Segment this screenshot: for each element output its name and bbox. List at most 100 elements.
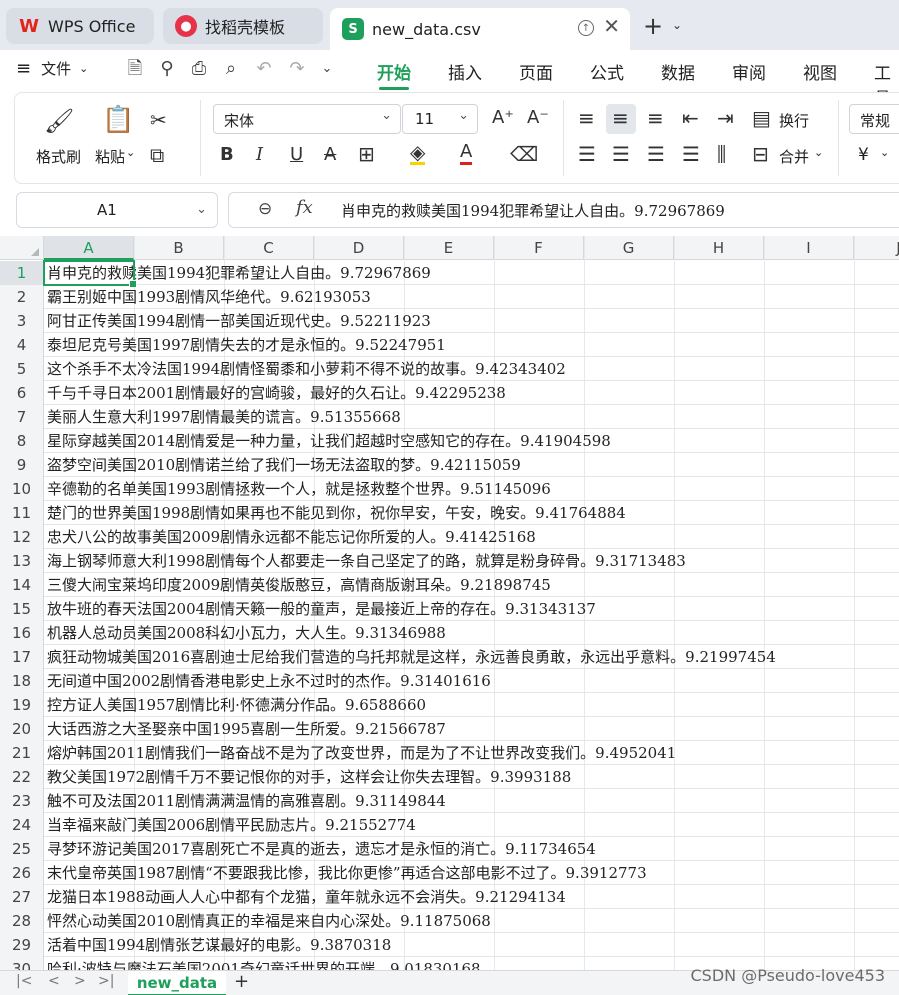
insert-function-icon[interactable]: fx: [296, 197, 313, 218]
search-icon[interactable]: ⊖: [258, 199, 272, 219]
chevron-down-icon[interactable]: ⌄: [880, 146, 889, 159]
menu-review[interactable]: 审阅: [732, 59, 766, 84]
borders-icon[interactable]: ⊞: [358, 142, 375, 166]
cell-text[interactable]: 活着中国1994剧情张艺谋最好的电影。9.3870318: [47, 936, 391, 954]
print-icon[interactable]: ⎙: [188, 58, 210, 80]
cell-text[interactable]: 辛德勒的名单美国1993剧情拯救一个人，就是拯救整个世界。9.51145096: [47, 480, 551, 498]
cell-text[interactable]: 海上钢琴师意大利1998剧情每个人都要走一条自己坚定了的路，就算是粉身碎骨。9.…: [47, 552, 686, 570]
decrease-font-icon[interactable]: A⁻: [527, 107, 549, 128]
row-number[interactable]: 7: [0, 405, 44, 429]
cell-text[interactable]: 盗梦空间美国2010剧情诺兰给了我们一场无法盗取的梦。9.42115059: [47, 456, 521, 474]
column-header-f[interactable]: F: [494, 236, 584, 260]
cell-text[interactable]: 控方证人美国1957剧情比利·怀德满分作品。9.6588660: [47, 696, 426, 714]
row-number[interactable]: 17: [0, 645, 44, 669]
cell-text[interactable]: 泰坦尼克号美国1997剧情失去的才是永恒的。9.52247951: [47, 336, 446, 354]
menu-view[interactable]: 视图: [803, 59, 837, 84]
cell-text[interactable]: 大话西游之大圣娶亲中国1995喜剧一生所爱。9.21566787: [47, 720, 446, 738]
fill-color-icon[interactable]: ◈: [410, 142, 426, 165]
currency-icon[interactable]: ¥: [858, 145, 869, 165]
cell-text[interactable]: 这个杀手不太冷法国1994剧情怪蜀黍和小萝莉不得不说的故事。9.42343402: [47, 360, 566, 378]
column-header-g[interactable]: G: [584, 236, 674, 260]
strikethrough-icon[interactable]: A: [324, 144, 336, 165]
undo-icon[interactable]: ↶: [253, 58, 275, 80]
format-painter-label[interactable]: 格式刷: [36, 146, 81, 167]
cell-text[interactable]: 星际穿越美国2014剧情爱是一种力量，让我们超越时空感知它的存在。9.41904…: [47, 432, 611, 450]
table-row[interactable]: 19 控方证人美国1957剧情比利·怀德满分作品。9.6588660: [0, 693, 899, 717]
prev-sheet-icon[interactable]: <: [48, 973, 60, 989]
table-row[interactable]: 9 盗梦空间美国2010剧情诺兰给了我们一场无法盗取的梦。9.42115059: [0, 453, 899, 477]
paste-label[interactable]: 粘贴: [95, 146, 125, 167]
menu-data[interactable]: 数据: [661, 59, 695, 84]
menu-insert[interactable]: 插入: [448, 59, 482, 84]
cell-text[interactable]: 忠犬八公的故事美国2009剧情永远都不能忘记你所爱的人。9.41425168: [47, 528, 536, 546]
font-name-select[interactable]: 宋体 ⌄: [213, 104, 401, 134]
row-number[interactable]: 18: [0, 669, 44, 693]
column-header-h[interactable]: H: [674, 236, 764, 260]
underline-icon[interactable]: U: [290, 144, 303, 165]
table-row[interactable]: 18 无间道中国2002剧情香港电影史上永不过时的杰作。9.31401616: [0, 669, 899, 693]
cell-text[interactable]: 寻梦环游记美国2017喜剧死亡不是真的逝去，遗忘才是永恒的消亡。9.117346…: [47, 840, 596, 858]
table-row[interactable]: 21 熔炉韩国2011剧情我们一路奋战不是为了改变世界，而是为了不让世界改变我们。…: [0, 741, 899, 765]
row-number[interactable]: 5: [0, 357, 44, 381]
row-number[interactable]: 6: [0, 381, 44, 405]
table-row[interactable]: 23 触不可及法国2011剧情满满温情的高雅喜剧。9.31149844: [0, 789, 899, 813]
cell-text[interactable]: 怦然心动美国2010剧情真正的幸福是来自内心深处。9.11875068: [47, 912, 491, 930]
align-middle-icon[interactable]: ≡: [612, 106, 629, 130]
cell-reference-box[interactable]: A1 ⌄: [16, 192, 218, 228]
font-color-icon[interactable]: A: [460, 142, 473, 165]
row-number[interactable]: 23: [0, 789, 44, 813]
row-number[interactable]: 11: [0, 501, 44, 525]
table-row[interactable]: 11 楚门的世界美国1998剧情如果再也不能见到你，祝你早安，午安，晚安。9.41…: [0, 501, 899, 525]
row-number[interactable]: 22: [0, 765, 44, 789]
row-number[interactable]: 27: [0, 885, 44, 909]
row-number[interactable]: 30: [0, 957, 44, 970]
row-number[interactable]: 1: [0, 261, 44, 285]
formula-content[interactable]: 肖申克的救赎美国1994犯罪希望让人自由。9.72967869: [341, 200, 725, 221]
wrap-text-icon[interactable]: ▤: [752, 106, 771, 130]
cell-text[interactable]: 熔炉韩国2011剧情我们一路奋战不是为了改变世界，而是为了不让世界改变我们。9.…: [47, 744, 676, 762]
table-row[interactable]: 28 怦然心动美国2010剧情真正的幸福是来自内心深处。9.11875068: [0, 909, 899, 933]
column-header-e[interactable]: E: [404, 236, 494, 260]
close-icon[interactable]: ✕: [603, 14, 620, 38]
table-row[interactable]: 12 忠犬八公的故事美国2009剧情永远都不能忘记你所爱的人。9.41425168: [0, 525, 899, 549]
merge-icon[interactable]: ⊟: [752, 142, 769, 166]
wrap-text-label[interactable]: 换行: [779, 110, 809, 131]
indent-icon[interactable]: ⇥: [717, 106, 734, 130]
align-top-icon[interactable]: ≡: [578, 106, 595, 130]
menu-formula[interactable]: 公式: [590, 59, 624, 84]
row-number[interactable]: 3: [0, 309, 44, 333]
align-center-icon[interactable]: ☰: [612, 142, 630, 166]
number-format-select[interactable]: 常规: [849, 104, 899, 134]
first-sheet-icon[interactable]: |<: [16, 973, 32, 989]
tab-wps-office[interactable]: W WPS Office: [6, 8, 154, 44]
cell-text[interactable]: 美丽人生意大利1997剧情最美的谎言。9.51355668: [47, 408, 401, 426]
table-row[interactable]: 14 三傻大闹宝莱坞印度2009剧情英俊版憨豆，高情商版谢耳朵。9.2189874…: [0, 573, 899, 597]
justify-icon[interactable]: ☰: [682, 142, 700, 166]
row-number[interactable]: 2: [0, 285, 44, 309]
print-preview-icon[interactable]: ⌕: [220, 58, 242, 80]
paste-icon[interactable]: 📋: [102, 105, 134, 135]
align-bottom-icon[interactable]: ≡: [647, 106, 664, 130]
share-icon[interactable]: ⚲: [156, 58, 178, 80]
select-all-corner[interactable]: [0, 236, 44, 260]
cell-text[interactable]: 千与千寻日本2001剧情最好的宫崎骏，最好的久石让。9.42295238: [47, 384, 506, 402]
table-row[interactable]: 3 阿甘正传美国1994剧情一部美国近现代史。9.52211923: [0, 309, 899, 333]
new-tab-button[interactable]: +: [643, 12, 663, 40]
italic-icon[interactable]: I: [256, 144, 263, 165]
row-number[interactable]: 8: [0, 429, 44, 453]
table-row[interactable]: 10 辛德勒的名单美国1993剧情拯救一个人，就是拯救整个世界。9.5114509…: [0, 477, 899, 501]
cell-text[interactable]: 楚门的世界美国1998剧情如果再也不能见到你，祝你早安，午安，晚安。9.4176…: [47, 504, 626, 522]
cell-text[interactable]: 机器人总动员美国2008科幻小瓦力，大人生。9.31346988: [47, 624, 446, 642]
row-number[interactable]: 25: [0, 837, 44, 861]
column-header-a[interactable]: A: [44, 236, 134, 260]
table-row[interactable]: 20 大话西游之大圣娶亲中国1995喜剧一生所爱。9.21566787: [0, 717, 899, 741]
table-row[interactable]: 22 教父美国1972剧情千万不要记恨你的对手，这样会让你失去理智。9.39931…: [0, 765, 899, 789]
row-number[interactable]: 12: [0, 525, 44, 549]
cell-text[interactable]: 触不可及法国2011剧情满满温情的高雅喜剧。9.31149844: [47, 792, 446, 810]
table-row[interactable]: 27 龙猫日本1988动画人人心中都有个龙猫，童年就永远不会消失。9.212941…: [0, 885, 899, 909]
table-row[interactable]: 7 美丽人生意大利1997剧情最美的谎言。9.51355668: [0, 405, 899, 429]
row-number[interactable]: 24: [0, 813, 44, 837]
column-header-c[interactable]: C: [224, 236, 314, 260]
cell-text[interactable]: 霸王别姬中国1993剧情风华绝代。9.62193053: [47, 288, 371, 306]
upload-icon[interactable]: ↑: [578, 20, 594, 36]
